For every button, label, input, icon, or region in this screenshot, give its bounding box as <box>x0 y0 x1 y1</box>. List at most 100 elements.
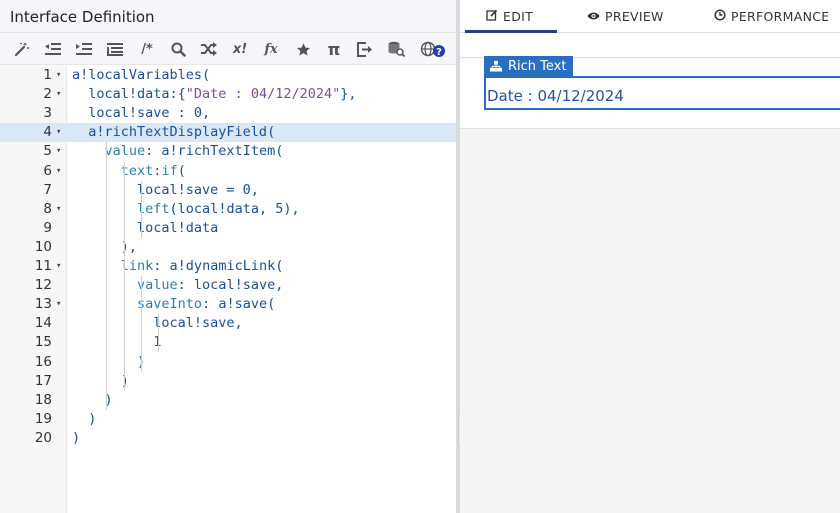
code-line[interactable]: 4 ▾ a!richTextDisplayField( <box>0 123 456 143</box>
tab-label: PREVIEW <box>605 9 664 24</box>
code-text: local!save = 0, <box>72 181 259 198</box>
database-search-icon[interactable] <box>385 39 407 59</box>
export-icon[interactable] <box>354 39 376 59</box>
code-line[interactable]: 6 ▾ text:if( <box>0 162 456 181</box>
rich-text-value-link[interactable]: Date : 04/12/2024 <box>487 87 624 105</box>
code-text: 1 <box>72 334 162 351</box>
indent-icon[interactable] <box>73 39 95 59</box>
component-label-badge[interactable]: Rich Text <box>484 56 574 77</box>
line-number: 7 <box>43 181 52 198</box>
code-line[interactable]: 9 local!data <box>0 219 456 238</box>
line-number: 14 <box>34 315 52 332</box>
rich-text-component[interactable]: Date : 04/12/2024 <box>484 76 840 110</box>
panel-title: Interface Definition <box>10 8 155 26</box>
code-text: local!data:{"Date : 04/12/2024"}, <box>72 86 357 103</box>
code-line[interactable]: 11 ▾ link: a!dynamicLink( <box>0 257 456 276</box>
code-text: saveInto: a!save( <box>137 296 276 313</box>
component-label: Rich Text <box>508 59 567 74</box>
line-number: 11 <box>34 258 52 274</box>
code-text: link: a!dynamicLink( <box>120 258 284 274</box>
code-text: ) <box>72 372 129 389</box>
code-text: text:if( <box>120 162 186 179</box>
preview-panel: EDIT PREVIEW PERFORMANCE Date : 04/12/20… <box>460 0 840 513</box>
line-number: 16 <box>34 353 52 370</box>
line-number: 10 <box>34 238 52 255</box>
code-text: ), <box>72 238 138 255</box>
indent-guide <box>106 142 107 410</box>
indent-guide <box>141 180 142 238</box>
code-line[interactable]: 18 ) <box>0 391 456 410</box>
svg-text:?: ? <box>436 47 442 57</box>
star-icon[interactable] <box>292 39 314 59</box>
line-number: 19 <box>34 410 52 427</box>
code-line[interactable]: 15 1 <box>0 333 456 352</box>
line-number: 4 <box>43 124 52 141</box>
line-number: 18 <box>34 391 52 408</box>
code-text: value: local!save, <box>137 277 284 294</box>
fold-toggle-icon[interactable]: ▾ <box>56 85 61 104</box>
tab-edit[interactable]: EDIT <box>486 0 533 33</box>
code-line[interactable]: 13 ▾ saveInto: a!save( <box>0 295 456 314</box>
pi-icon[interactable]: π <box>323 39 345 59</box>
line-number: 3 <box>43 105 52 122</box>
code-line[interactable]: 12 value: local!save, <box>0 276 456 295</box>
tab-label: EDIT <box>503 9 534 24</box>
line-number: 13 <box>34 296 52 313</box>
line-number: 9 <box>43 219 52 236</box>
line-number: 12 <box>34 277 52 294</box>
code-text: local!data <box>72 219 219 236</box>
clock-icon <box>714 9 726 24</box>
outdent-icon[interactable] <box>42 39 64 59</box>
code-text: ) <box>72 353 146 370</box>
code-line[interactable]: 2 ▾ local!data:{"Date : 04/12/2024"}, <box>0 85 456 104</box>
eye-icon <box>587 10 600 24</box>
tab-performance[interactable]: PERFORMANCE <box>714 0 829 33</box>
tab-preview[interactable]: PREVIEW <box>587 0 664 33</box>
line-number: 15 <box>34 334 52 351</box>
fold-toggle-icon[interactable]: ▾ <box>56 123 61 142</box>
canvas-top-strip <box>460 33 840 58</box>
code-line[interactable]: 16 ) <box>0 353 456 372</box>
comment-icon[interactable]: /* <box>136 39 158 59</box>
code-line[interactable]: 7 local!save = 0, <box>0 181 456 200</box>
globe-help-icon[interactable]: ? <box>418 39 448 59</box>
indent-guide <box>124 161 125 391</box>
code-line[interactable]: 10 ), <box>0 238 456 257</box>
line-number: 8 <box>43 200 52 217</box>
tab-label: PERFORMANCE <box>731 9 830 24</box>
interface-definition-panel: Interface Definition /* x! fx π ? 1 ▾ a!… <box>0 0 456 513</box>
code-line[interactable]: 20) <box>0 429 456 448</box>
magic-wand-icon[interactable] <box>11 39 33 59</box>
code-line[interactable]: 19 ) <box>0 410 456 429</box>
editor-toolbar: /* x! fx π ? <box>0 33 456 65</box>
line-number: 5 <box>43 143 52 160</box>
code-line[interactable]: 3 local!save : 0, <box>0 104 456 123</box>
code-line[interactable]: 8 ▾ left(local!data, 5), <box>0 200 456 219</box>
fold-toggle-icon[interactable]: ▾ <box>56 142 61 161</box>
function-icon[interactable]: fx <box>260 39 282 59</box>
line-number: 1 <box>43 67 52 83</box>
fold-toggle-icon[interactable]: ▾ <box>56 162 61 181</box>
code-line[interactable]: 5 ▾ value: a!richTextItem( <box>0 142 456 161</box>
fold-toggle-icon[interactable]: ▾ <box>56 66 61 85</box>
code-text: local!save : 0, <box>72 105 211 122</box>
code-line[interactable]: 1 ▾ a!localVariables( <box>0 66 456 85</box>
shuffle-icon[interactable] <box>198 39 220 59</box>
line-number: 17 <box>34 372 52 389</box>
fold-toggle-icon[interactable]: ▾ <box>56 200 61 219</box>
code-text: ) <box>72 429 81 446</box>
expression-icon[interactable]: x! <box>229 39 251 59</box>
indent-guide <box>158 314 159 353</box>
fold-toggle-icon[interactable]: ▾ <box>56 257 61 276</box>
sitemap-icon <box>490 61 502 72</box>
fold-toggle-icon[interactable]: ▾ <box>56 295 61 314</box>
code-line[interactable]: 14 local!save, <box>0 314 456 333</box>
panel-header: Interface Definition <box>0 0 456 33</box>
code-line[interactable]: 17 ) <box>0 372 456 391</box>
indent-guide <box>141 276 142 372</box>
code-text: a!richTextDisplayField( <box>72 124 276 141</box>
search-icon[interactable] <box>167 39 189 59</box>
code-text: value: a!richTextItem( <box>104 143 284 160</box>
code-text: a!localVariables( <box>72 67 211 83</box>
format-icon[interactable] <box>104 39 126 59</box>
